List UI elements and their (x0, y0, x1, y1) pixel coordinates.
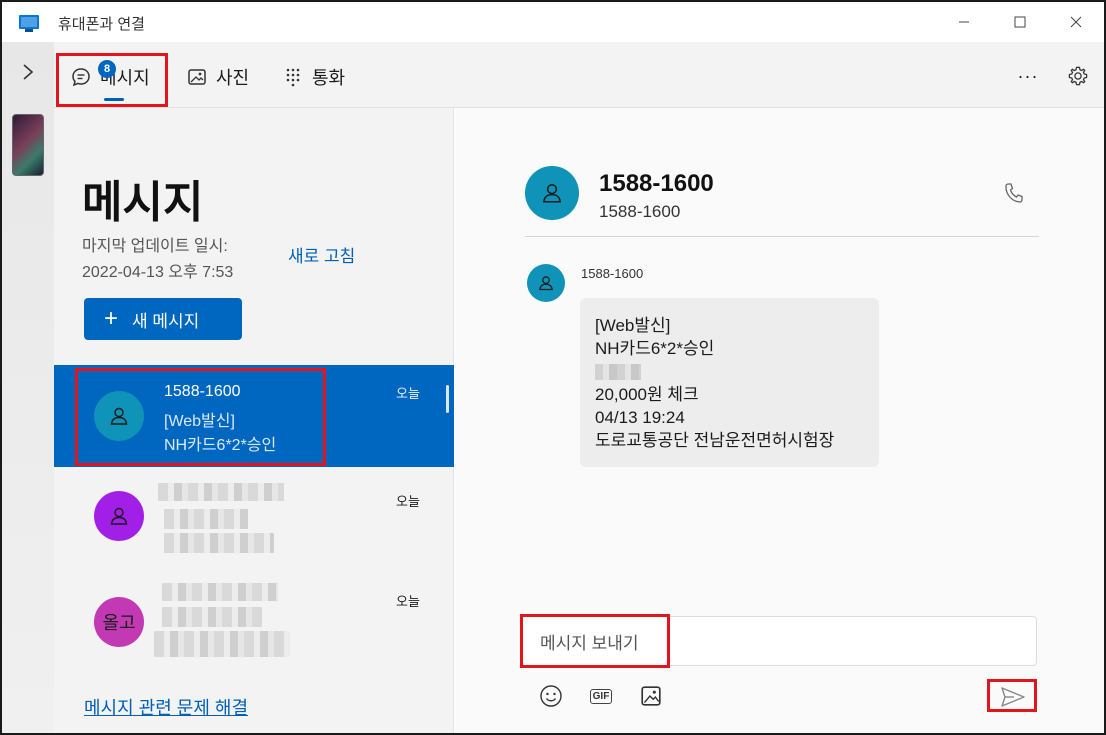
tab-messages[interactable]: 8 메시지 (70, 60, 150, 92)
list-scrollbar-thumb[interactable] (446, 385, 449, 413)
chevron-right-icon (23, 64, 34, 80)
message-line: 도로교통공단 전남운전면허시험장 (595, 431, 835, 450)
send-button[interactable] (993, 682, 1033, 712)
message-line-redacted (595, 360, 864, 383)
person-icon (110, 507, 128, 525)
message-sender-avatar (527, 264, 565, 302)
person-icon (542, 184, 562, 203)
page-title: 메시지 (82, 177, 204, 228)
contact-avatar (94, 491, 144, 541)
refresh-link[interactable]: 새로 고침 (288, 242, 355, 267)
message-line: 04/13 19:24 (595, 408, 685, 427)
tab-photos-label: 사진 (216, 68, 250, 88)
tab-calls-label: 통화 (312, 68, 346, 88)
conversation-name: 1588-1600 (164, 383, 241, 400)
more-options-button[interactable]: ··· (1014, 64, 1042, 88)
troubleshoot-link[interactable]: 메시지 관련 문제 해결 (84, 694, 248, 720)
person-icon (539, 276, 553, 291)
chat-panel: 1588-1600 1588-1600 1588-1600 [Web발신] NH… (455, 108, 1104, 733)
tab-photos[interactable]: 사진 (186, 62, 249, 92)
last-updated-label: 마지막 업데이트 일시: (82, 238, 228, 255)
top-navigation: 8 메시지 사진 통화 ··· (54, 42, 1104, 108)
gif-icon: GIF (589, 688, 613, 704)
redacted-preview-line1 (162, 607, 262, 627)
message-line: NH카드6*2*승인 (595, 339, 715, 358)
expand-rail-button[interactable] (16, 60, 40, 84)
redacted-name (162, 583, 278, 601)
send-icon (1001, 687, 1025, 707)
conversation-item[interactable]: 올고 오늘 (54, 573, 454, 675)
maximize-icon (1014, 16, 1026, 28)
photo-icon (186, 66, 208, 88)
chat-icon: 8 (70, 60, 116, 88)
conversation-list-panel: 메시지 마지막 업데이트 일시: 2022-04-13 오후 7:53 새로 고… (54, 108, 454, 733)
new-message-button[interactable]: + 새 메시지 (84, 298, 242, 340)
call-button[interactable] (1001, 180, 1025, 206)
message-bubble: [Web발신] NH카드6*2*승인 20,000원 체크 04/13 19:2… (580, 298, 879, 467)
app-window: 휴대폰과 연결 8 메시지 사진 통화 ··· 메시지 마지막 업데이트 일시:… (0, 0, 1106, 735)
redacted-text (595, 364, 641, 380)
conversation-time: 오늘 (396, 386, 420, 401)
redacted-preview-line1 (164, 509, 248, 529)
gif-button[interactable]: GIF (589, 684, 613, 708)
conversation-time: 오늘 (396, 594, 420, 609)
window-title: 휴대폰과 연결 (58, 16, 145, 33)
chat-contact-avatar (525, 166, 579, 220)
emoji-button[interactable] (539, 684, 563, 708)
minimize-icon (959, 21, 969, 23)
contact-avatar-initials: 올고 (94, 597, 144, 647)
dialpad-icon (282, 66, 304, 88)
message-line: 20,000원 체크 (595, 385, 699, 404)
image-icon (641, 686, 661, 706)
compose-input[interactable]: 메시지 보내기 (521, 616, 1037, 666)
redacted-name (158, 483, 284, 501)
contact-avatar (94, 391, 144, 441)
settings-button[interactable] (1066, 64, 1090, 88)
conversation-preview-line2: NH카드6*2*승인 (164, 437, 277, 454)
message-line: [Web발신] (595, 316, 671, 335)
chat-contact-number: 1588-1600 (599, 202, 681, 221)
redacted-preview-line2 (164, 533, 274, 553)
chat-contact-name: 1588-1600 (599, 170, 714, 197)
phone-link-app-icon (19, 15, 39, 32)
title-bar: 휴대폰과 연결 (2, 2, 1104, 42)
close-button[interactable] (1048, 2, 1104, 42)
new-message-label: 새 메시지 (132, 311, 200, 331)
phone-thumbnail[interactable] (12, 114, 44, 176)
close-icon (1070, 16, 1082, 28)
image-button[interactable] (639, 684, 663, 708)
gear-icon (1068, 66, 1088, 86)
redacted-preview-line2 (154, 631, 290, 657)
minimize-button[interactable] (936, 2, 992, 42)
conversation-preview-line1: [Web발신] (164, 413, 235, 430)
plus-icon: + (104, 305, 119, 332)
device-rail (2, 42, 54, 733)
conversation-time: 오늘 (396, 494, 420, 509)
conversation-item-selected[interactable]: 1588-1600 [Web발신] NH카드6*2*승인 오늘 (54, 365, 454, 467)
emoji-icon (540, 685, 562, 707)
person-icon (110, 407, 128, 425)
last-updated-info: 마지막 업데이트 일시: 2022-04-13 오후 7:53 (82, 234, 233, 286)
chat-header-divider (525, 236, 1039, 237)
conversation-item[interactable]: 오늘 (54, 473, 454, 575)
maximize-button[interactable] (992, 2, 1048, 42)
unread-badge: 8 (98, 60, 116, 78)
tab-calls[interactable]: 통화 (282, 62, 345, 92)
compose-placeholder: 메시지 보내기 (540, 633, 639, 653)
message-sender-name: 1588-1600 (581, 266, 644, 281)
last-updated-time: 2022-04-13 오후 7:53 (82, 264, 234, 281)
selected-tab-indicator (104, 98, 124, 101)
phone-icon (1005, 183, 1023, 203)
compose-toolbar: GIF (539, 684, 663, 708)
